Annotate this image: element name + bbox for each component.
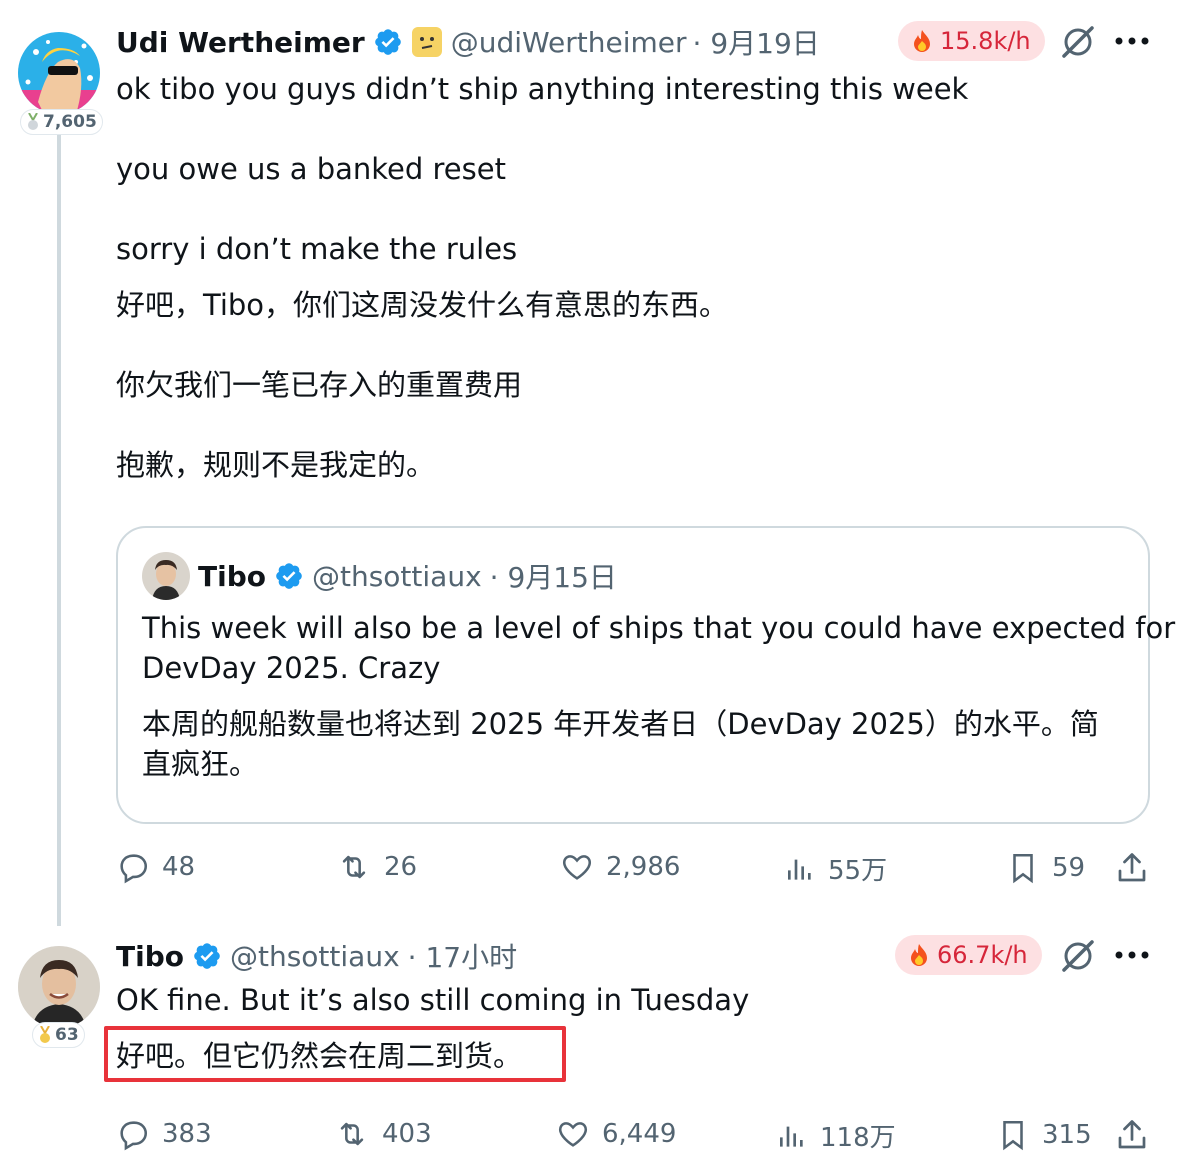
tweet-date[interactable]: · 17小时 [408,936,517,976]
reply-tweet-header: Tibo @thsottiaux · 17小时 [116,936,517,976]
tweet-text-zh-line: 抱歉，规则不是我定的。 [116,448,436,482]
medal-icon [26,112,40,131]
verified-badge-icon[interactable] [192,941,222,971]
reply-icon [120,1121,148,1151]
author-handle[interactable]: @thsottiaux [230,940,400,973]
reply-button[interactable]: 48 [116,850,195,884]
bookmark-button[interactable]: 59 [1006,850,1085,886]
main-tweet-header: Udi Wertheimer @udiWertheimer · 9月19日 [116,22,820,62]
share-icon [1118,853,1146,882]
quote-text-zh-line: 直疯狂。 [142,747,259,781]
thread-connector-line [57,132,61,926]
author-name[interactable]: Udi Wertheimer [116,26,365,59]
velocity-badge: 66.7k/h [895,935,1042,975]
tibo-avatar[interactable] [18,946,100,1028]
like-button[interactable]: 6,449 [556,1117,676,1151]
udi-avatar[interactable] [18,32,100,114]
quote-text-en-line: DevDay 2025. Crazy [142,651,441,685]
medal-icon [38,1025,52,1044]
bookmark-count: 59 [1052,853,1086,883]
velocity-badge: 15.8k/h [898,21,1045,61]
quote-author-handle[interactable]: @thsottiaux [312,560,482,593]
tweet-date[interactable]: · 9月19日 [693,22,820,62]
views-icon [780,1126,803,1147]
retweet-icon [340,1122,364,1146]
retweet-button[interactable]: 403 [334,1117,432,1151]
views-button[interactable]: 118万 [776,1117,896,1154]
quote-text-zh-line: 本周的舰船数量也将达到 2025 年开发者日（DevDay 2025）的水平。简 [142,707,1099,741]
reply-button[interactable]: 383 [116,1117,212,1151]
tweet-text-zh-line: 你欠我们一笔已存入的重置费用 [116,368,523,402]
more-icon[interactable] [1114,26,1150,56]
views-count: 55万 [828,856,888,886]
fire-icon [909,943,929,967]
like-count: 2,986 [606,852,681,882]
quoted-tweet-card[interactable]: Tibo @thsottiaux · 9月15日 This week will … [116,526,1175,824]
like-icon [558,1122,588,1147]
quote-author-name[interactable]: Tibo [198,560,266,593]
like-count: 6,449 [602,1119,677,1149]
retweet-icon [342,855,366,879]
share-button[interactable] [1114,850,1150,886]
views-button[interactable]: 55万 [784,850,887,887]
views-count: 118万 [820,1123,896,1153]
like-icon [562,855,592,880]
retweet-button[interactable]: 26 [336,850,417,884]
tweet-text-en-line: you owe us a banked reset [116,152,506,186]
velocity-value: 15.8k/h [940,27,1031,55]
like-button[interactable]: 2,986 [560,850,680,884]
bookmark-icon [1013,853,1033,884]
author-handle[interactable]: @udiWertheimer [451,26,687,59]
reply-text-en: OK fine. But it’s also still coming in T… [116,983,750,1017]
tweet-text-en-line: sorry i don’t make the rules [116,232,518,266]
reply-count: 383 [162,1119,212,1149]
reply-count: 48 [162,852,196,882]
highlight-box [104,1026,566,1082]
rank-value: 7,605 [43,112,97,132]
emoji-badge-icon [411,26,443,58]
quote-date[interactable]: · 9月15日 [490,556,617,596]
velocity-value: 66.7k/h [937,941,1028,969]
quote-text-en-line: This week will also be a level of ships … [142,611,1176,645]
retweet-count: 26 [384,852,418,882]
reply-icon [120,854,148,884]
verified-badge-icon[interactable] [373,27,403,57]
more-icon[interactable] [1114,940,1150,970]
quote-header: Tibo @thsottiaux · 9月15日 [198,556,617,596]
rank-badge: 63 [32,1022,85,1048]
verified-badge-icon[interactable] [274,561,304,591]
retweet-count: 403 [382,1119,432,1149]
fire-icon [912,29,932,53]
quote-author-avatar[interactable] [142,552,190,600]
share-icon [1118,1120,1146,1149]
share-button[interactable] [1114,1117,1150,1153]
grok-icon[interactable] [1056,20,1100,64]
bookmark-icon [1003,1120,1023,1151]
views-icon [788,859,811,880]
rank-badge: 7,605 [20,109,103,135]
tweet-text-zh-line: 好吧，Tibo，你们这周没发什么有意思的东西。 [116,288,729,322]
rank-value: 63 [55,1025,79,1045]
author-name[interactable]: Tibo [116,940,184,973]
grok-icon[interactable] [1056,934,1100,978]
tweet-text-en-line: ok tibo you guys didn’t ship anything in… [116,72,969,106]
bookmark-button[interactable]: 315 [996,1117,1092,1153]
bookmark-count: 315 [1042,1120,1092,1150]
